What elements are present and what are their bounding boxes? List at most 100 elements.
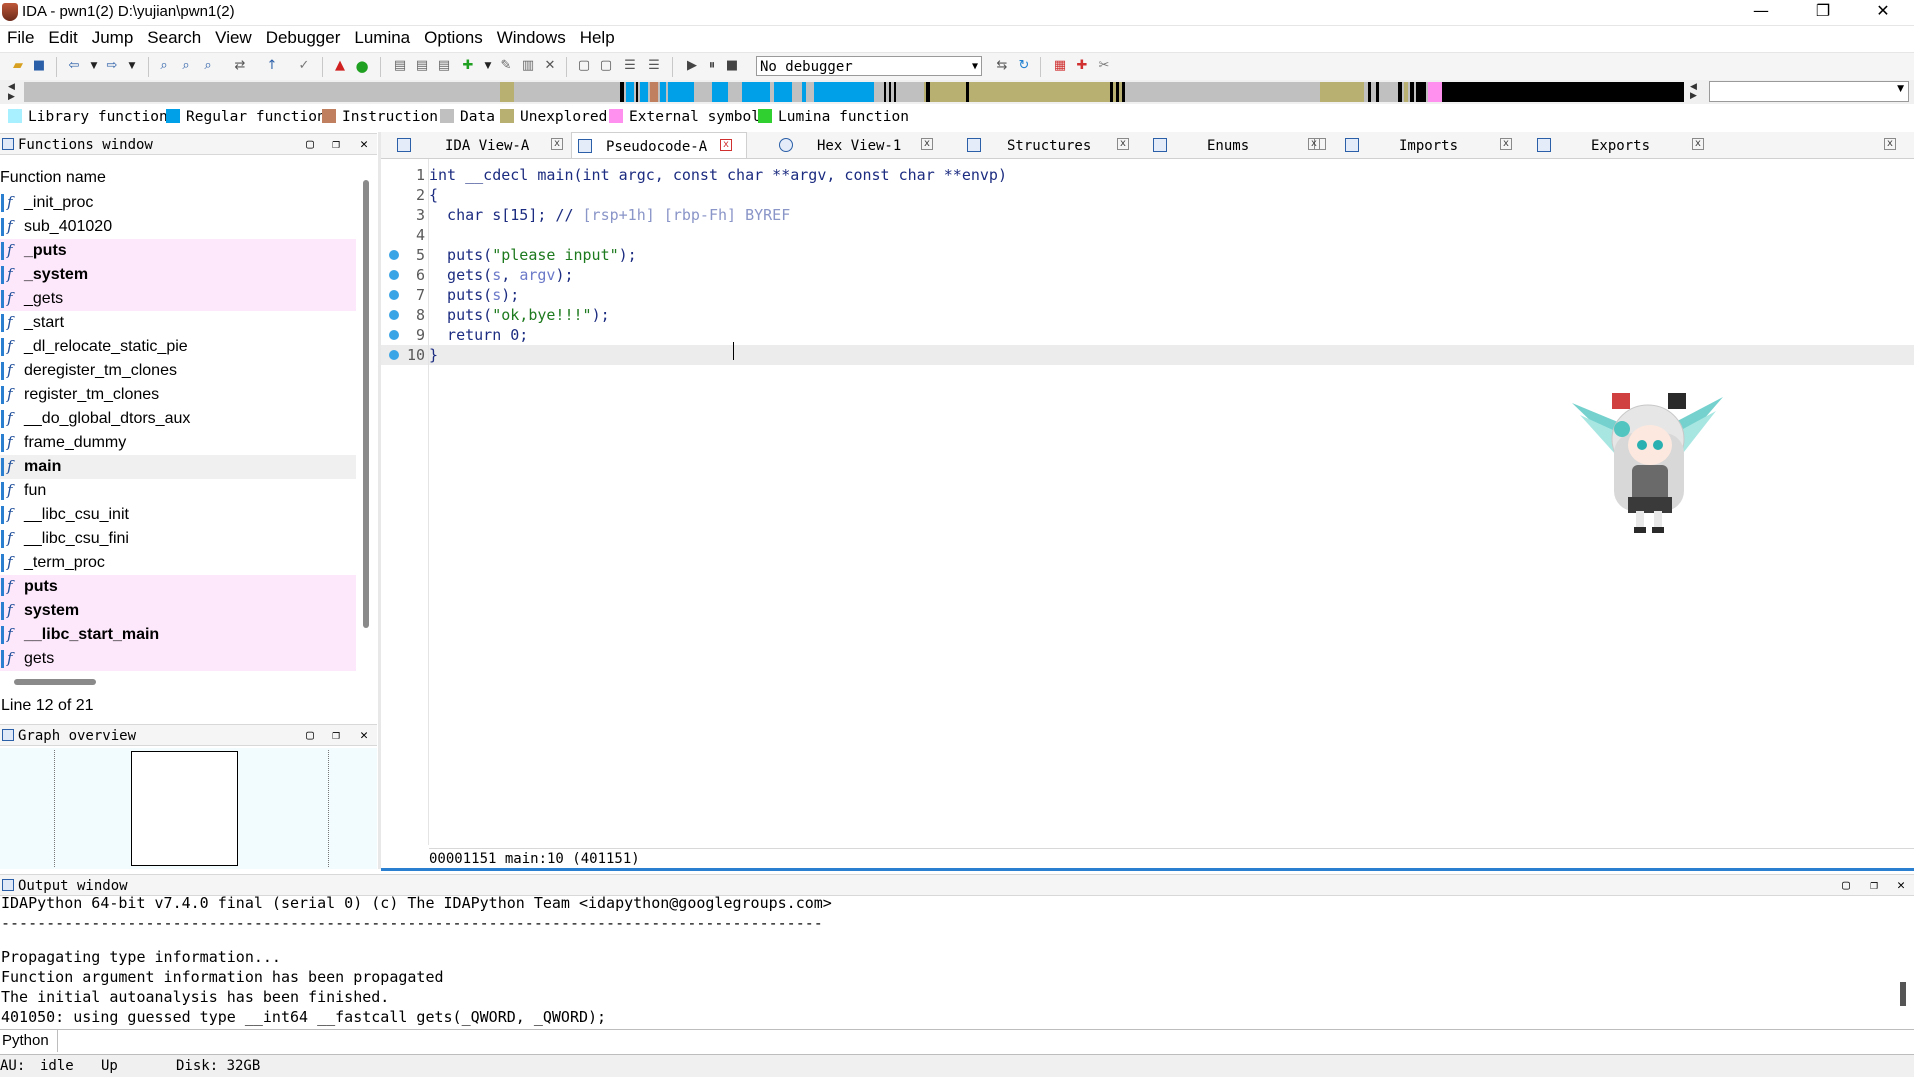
code-line[interactable]: 1 int __cdecl main(int argc, const char *… <box>381 165 1914 185</box>
functions-horizontal-scrollbar[interactable] <box>14 679 96 685</box>
back-arrow-icon[interactable]: ⇦ <box>66 58 82 74</box>
function-list-item[interactable]: f __do_global_dtors_aux <box>0 407 356 431</box>
function-list-item[interactable]: f _system <box>0 263 356 287</box>
panel-float-icon[interactable]: ❐ <box>326 134 346 156</box>
forward-dropdown-icon[interactable]: ▼ <box>124 58 140 74</box>
code-line[interactable]: 7 puts(s); <box>381 285 1914 305</box>
pause-icon[interactable]: ⏸ <box>704 58 720 74</box>
panel-maximize-icon[interactable]: ▢ <box>300 725 320 747</box>
undefine-icon[interactable]: ✎ <box>498 58 514 74</box>
function-list-item[interactable]: f fun <box>0 479 356 503</box>
tab-structures[interactable]: Structures <box>961 132 1121 158</box>
delete-icon[interactable]: ✕ <box>542 58 558 74</box>
function-list-item[interactable]: f _dl_relocate_static_pie <box>0 335 356 359</box>
list-icon[interactable]: ☰ <box>622 58 638 74</box>
function-list-item[interactable]: f __libc_start_main <box>0 623 356 647</box>
output-vertical-scrollbar[interactable] <box>1900 982 1906 1006</box>
nav-left-arrow-icon[interactable]: ◀ ▶ <box>8 82 15 102</box>
menu-search[interactable]: Search <box>140 26 208 48</box>
search-binary-icon[interactable]: ⌕ <box>178 58 194 74</box>
tab-close-icon[interactable]: x <box>1117 138 1129 150</box>
function-list-item[interactable]: f __libc_csu_init <box>0 503 356 527</box>
menu-lumina[interactable]: Lumina <box>347 26 417 48</box>
menu-windows[interactable]: Windows <box>490 26 573 48</box>
function-list-item[interactable]: f puts <box>0 575 356 599</box>
plugin-icon[interactable]: ✚ <box>1074 58 1090 74</box>
panel-maximize-icon[interactable]: ▢ <box>300 134 320 156</box>
search-immediate-icon[interactable]: ⌕ <box>200 58 216 74</box>
panel-float-icon[interactable]: ❐ <box>326 725 346 747</box>
code-line[interactable]: 2{ <box>381 185 1914 205</box>
tab-close-icon[interactable]: x <box>720 139 732 151</box>
function-list-item[interactable]: f gets <box>0 647 356 671</box>
menu-file[interactable]: File <box>0 26 41 48</box>
function-icon[interactable]: ▥ <box>520 58 536 74</box>
tab-hex-view-1[interactable]: Hex View-1 <box>771 132 1326 158</box>
tab-close-icon[interactable]: x <box>1884 138 1896 150</box>
tab-exports[interactable]: Exports <box>1537 132 1697 158</box>
graph-view-icon[interactable]: ▲ <box>332 58 348 74</box>
panel-float-icon[interactable]: ❐ <box>1864 875 1884 897</box>
checkmark-icon[interactable]: ✓ <box>296 58 312 74</box>
function-list-item[interactable]: f __libc_csu_fini <box>0 527 356 551</box>
function-list-item[interactable]: f _puts <box>0 239 356 263</box>
close-button[interactable]: ✕ <box>1860 0 1906 24</box>
functions-vertical-scrollbar[interactable] <box>363 180 369 628</box>
segment-select[interactable]: ▼ <box>1709 81 1909 102</box>
function-list-item[interactable]: f main <box>0 455 356 479</box>
tab-close-icon[interactable]: x <box>551 138 563 150</box>
refresh-icon[interactable]: ↻ <box>1016 58 1032 74</box>
forward-arrow-icon[interactable]: ⇨ <box>104 58 120 74</box>
add-icon[interactable]: ✚ <box>460 58 476 74</box>
code-line[interactable]: 8 puts("ok,bye!!!"); <box>381 305 1914 325</box>
menu-help[interactable]: Help <box>573 26 622 48</box>
command-input[interactable] <box>60 1030 1910 1052</box>
code-line[interactable]: 6 gets(s, argv); <box>381 265 1914 285</box>
menu-view[interactable]: View <box>208 26 259 48</box>
save-icon[interactable]: ■ <box>31 58 47 74</box>
function-list-item[interactable]: f register_tm_clones <box>0 383 356 407</box>
attach-icon[interactable]: ⇆ <box>994 58 1010 74</box>
output-log[interactable]: IDAPython 64-bit v7.4.0 final (serial 0)… <box>0 894 1914 1027</box>
function-list-item[interactable]: f sub_401020 <box>0 215 356 239</box>
function-list-item[interactable]: f _start <box>0 311 356 335</box>
function-list-item[interactable]: f system <box>0 599 356 623</box>
function-list-item[interactable]: f _gets <box>0 287 356 311</box>
tab-close-icon[interactable]: x <box>921 138 933 150</box>
back-dropdown-icon[interactable]: ▼ <box>86 58 102 74</box>
menu-options[interactable]: Options <box>417 26 490 48</box>
menu-jump[interactable]: Jump <box>85 26 141 48</box>
panel-close-icon[interactable]: ✕ <box>354 725 374 747</box>
nav-right-arrow-icon[interactable]: ◀ ▶ <box>1690 83 1697 101</box>
tab-close-icon[interactable]: x <box>1692 138 1704 150</box>
code-line[interactable]: 3 char s[15]; // [rsp+1h] [rbp-Fh] BYREF <box>381 205 1914 225</box>
run-icon[interactable]: ▶ <box>684 58 700 74</box>
code-icon[interactable]: ▤ <box>392 58 408 74</box>
search-next-icon[interactable]: ⇄ <box>232 58 248 74</box>
function-list-item[interactable]: f _term_proc <box>0 551 356 575</box>
tab-imports[interactable]: Imports <box>1345 132 1505 158</box>
tab-close-icon[interactable]: x <box>1500 138 1512 150</box>
panel-close-icon[interactable]: ✕ <box>1891 875 1911 897</box>
code-line[interactable]: 10} <box>381 345 1914 365</box>
graph-overview-viewport[interactable] <box>131 751 238 866</box>
navigation-strip[interactable] <box>24 82 1684 102</box>
menu-edit[interactable]: Edit <box>41 26 84 48</box>
restore-button[interactable]: ❐ <box>1800 0 1846 24</box>
trace-icon[interactable]: ▢ <box>598 58 614 74</box>
tab-close-icon[interactable]: x <box>1308 138 1320 150</box>
panel-close-icon[interactable]: ✕ <box>354 134 374 156</box>
stop-icon[interactable]: ■ <box>724 58 740 74</box>
colors-icon[interactable]: ▦ <box>1052 58 1068 74</box>
tools-icon[interactable]: ✂ <box>1096 58 1112 74</box>
search-text-icon[interactable]: ⌕ <box>156 58 172 74</box>
menu-debugger[interactable]: Debugger <box>259 26 348 48</box>
tab-enums[interactable]: Enums <box>1153 132 1313 158</box>
string-icon[interactable]: ▤ <box>436 58 452 74</box>
data-icon[interactable]: ▤ <box>414 58 430 74</box>
panel-maximize-icon[interactable]: ▢ <box>1836 875 1856 897</box>
function-name-column-header[interactable]: Function name <box>0 166 360 190</box>
tab-pseudocode-a[interactable]: Pseudocode-A x <box>571 132 747 158</box>
tab-ida-view-a[interactable]: IDA View-A x <box>391 132 563 158</box>
function-list-item[interactable]: f _init_proc <box>0 191 356 215</box>
